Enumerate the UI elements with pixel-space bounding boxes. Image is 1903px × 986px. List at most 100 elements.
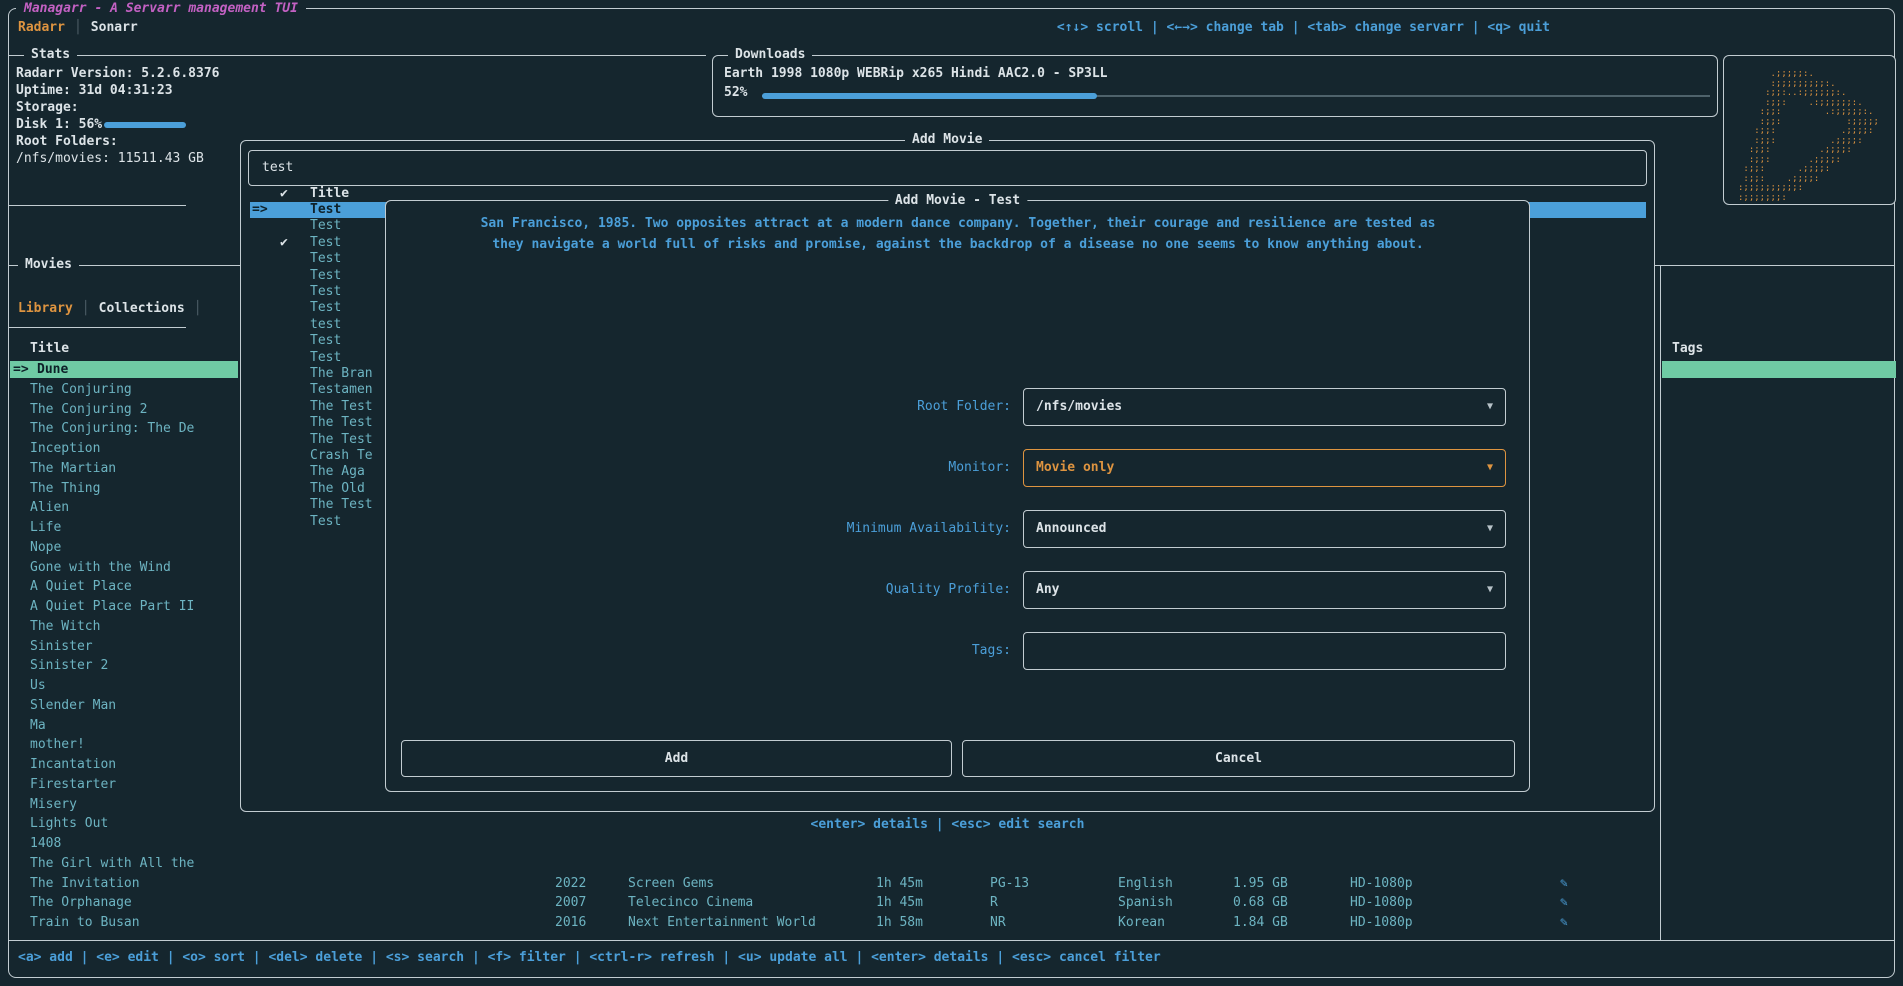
result-title: Crash Te: [310, 448, 373, 464]
movie-row[interactable]: The Witch: [10, 618, 238, 635]
movie-row[interactable]: Slender Man: [10, 697, 238, 714]
result-title: Test: [310, 218, 341, 234]
movie-title: Inception: [30, 440, 100, 457]
movie-title: Slender Man: [30, 697, 116, 714]
stats-border-bottom: [8, 205, 186, 206]
detail-runtime: 1h 58m: [876, 914, 923, 931]
checkmark-icon: ✔: [280, 235, 288, 251]
movie-title: The Invitation: [30, 875, 140, 892]
movie-row[interactable]: Us: [10, 677, 238, 694]
detail-year: 2022: [555, 875, 586, 892]
detail-rating: NR: [990, 914, 1006, 931]
downloads-panel: [712, 55, 1718, 117]
movie-row[interactable]: A Quiet Place: [10, 578, 238, 595]
result-title: Test: [310, 202, 341, 218]
movie-title: Us: [30, 677, 46, 694]
movie-title: Ma: [30, 717, 46, 734]
stats-version: Radarr Version: 5.2.6.8376: [16, 66, 220, 82]
movie-row[interactable]: Lights Out: [10, 815, 238, 832]
movie-row[interactable]: Sinister 2: [10, 657, 238, 674]
movie-row[interactable]: The Conjuring: The De: [10, 420, 238, 437]
movie-title: Misery: [30, 796, 77, 813]
chevron-down-icon: ▼: [1487, 524, 1493, 534]
servarr-tab-sonarr[interactable]: Sonarr: [91, 20, 138, 36]
add-button[interactable]: Add: [401, 740, 952, 777]
detail-studio: Screen Gems: [628, 875, 714, 892]
detail-language: Korean: [1118, 914, 1165, 931]
detail-language: English: [1118, 875, 1173, 892]
movie-row[interactable]: The Orphanage: [10, 894, 238, 911]
movie-title: The Conjuring: [30, 381, 132, 398]
download-item-title: Earth 1998 1080p WEBRip x265 Hindi AAC2.…: [724, 66, 1709, 82]
dropdown-monitor[interactable]: Movie only ▼: [1023, 449, 1506, 487]
movie-row[interactable]: mother!: [10, 736, 238, 753]
bottom-keybinds: <a> add | <e> edit | <o> sort | <del> de…: [18, 950, 1161, 966]
stats-uptime: Uptime: 31d 04:31:23: [16, 83, 173, 99]
title-column-header: Title: [30, 341, 69, 357]
movie-row[interactable]: The Girl with All the: [10, 855, 238, 872]
movie-title: The Thing: [30, 480, 100, 497]
servarr-tab-radarr[interactable]: Radarr: [18, 20, 65, 36]
result-title: The Aga: [310, 464, 365, 480]
movie-row[interactable]: =>Dune: [10, 361, 238, 378]
field-value: Movie only: [1036, 460, 1114, 476]
detail-quality: HD-1080p: [1350, 914, 1413, 931]
detail-quality: HD-1080p: [1350, 894, 1413, 911]
movie-row[interactable]: Life: [10, 519, 238, 536]
movie-row[interactable]: Inception: [10, 440, 238, 457]
movie-title: Firestarter: [30, 776, 116, 793]
movie-row[interactable]: Sinister: [10, 638, 238, 655]
movie-title: Life: [30, 519, 61, 536]
movie-row[interactable]: Ma: [10, 717, 238, 734]
movie-row[interactable]: The Martian: [10, 460, 238, 477]
movie-row[interactable]: The Conjuring: [10, 381, 238, 398]
detail-year: 2007: [555, 894, 586, 911]
dropdown-root-folder[interactable]: /nfs/movies▼: [1023, 388, 1506, 426]
edit-pencil-icon: ✎: [1560, 914, 1568, 931]
input-tags[interactable]: [1023, 632, 1506, 670]
tab-separator: │: [82, 301, 90, 317]
detail-size: 1.95 GB: [1233, 875, 1288, 892]
stats-disk-label: Disk 1: 56%: [16, 117, 102, 133]
movie-row[interactable]: The Invitation: [10, 875, 238, 892]
movie-row[interactable]: Nope: [10, 539, 238, 556]
movie-row[interactable]: Firestarter: [10, 776, 238, 793]
movie-title: A Quiet Place: [30, 578, 132, 595]
movie-title: The Girl with All the: [30, 855, 194, 872]
movie-row[interactable]: Misery: [10, 796, 238, 813]
movie-title: The Orphanage: [30, 894, 132, 911]
dropdown-minimum-availability[interactable]: Announced▼: [1023, 510, 1506, 548]
movie-row[interactable]: Gone with the Wind: [10, 559, 238, 576]
edit-pencil-icon: ✎: [1560, 875, 1568, 892]
stats-root-folder-value: /nfs/movies: 11511.43 GB: [16, 151, 204, 167]
movie-row[interactable]: The Thing: [10, 480, 238, 497]
movie-row[interactable]: Alien: [10, 499, 238, 516]
library-tab-collections[interactable]: Collections: [99, 301, 185, 317]
movie-row[interactable]: Incantation: [10, 756, 238, 773]
movie-row[interactable]: Train to Busan: [10, 914, 238, 931]
results-title-header: Title: [310, 186, 349, 202]
movie-row[interactable]: 1408: [10, 835, 238, 852]
chevron-down-icon: ▼: [1487, 463, 1493, 473]
result-title: Test: [310, 251, 341, 267]
search-input-value: test: [262, 160, 293, 176]
movie-title: Alien: [30, 499, 69, 516]
stats-border-top: [8, 55, 706, 56]
dropdown-quality-profile[interactable]: Any▼: [1023, 571, 1506, 609]
field-value: Any: [1036, 582, 1059, 598]
search-input[interactable]: [248, 150, 1647, 186]
movie-row[interactable]: The Conjuring 2: [10, 401, 238, 418]
result-title: The Bran: [310, 366, 373, 382]
add-movie-modal: Add Movie - Test San Francisco, 1985. Tw…: [385, 200, 1530, 792]
cancel-button[interactable]: Cancel: [962, 740, 1515, 777]
movie-row[interactable]: A Quiet Place Part II: [10, 598, 238, 615]
library-tab-library[interactable]: Library: [18, 301, 73, 317]
app-title: Managarr - A Servarr management TUI: [16, 1, 306, 17]
stats-title: Stats: [24, 47, 77, 63]
detail-size: 0.68 GB: [1233, 894, 1288, 911]
selected-row-tags-fragment: [1662, 361, 1896, 378]
add-movie-popup-title: Add Movie: [905, 132, 989, 148]
library-tabs: Library│Collections│: [18, 301, 202, 317]
field-label-quality-profile: Quality Profile:: [386, 582, 1011, 598]
movie-title: mother!: [30, 736, 85, 753]
